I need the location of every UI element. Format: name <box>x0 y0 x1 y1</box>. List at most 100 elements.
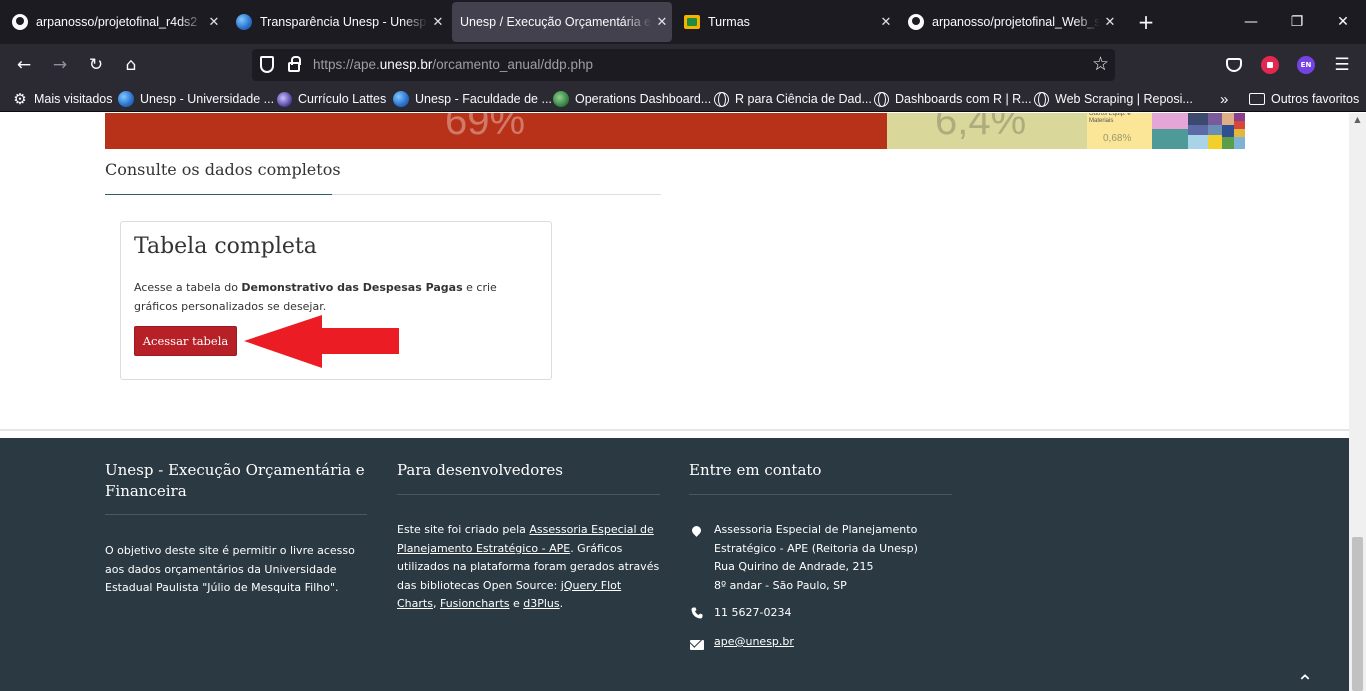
tab-projetofinal-web-scraping[interactable]: arpanosso/projetofinal_Web_scraping ✕ <box>900 2 1120 42</box>
bookmark-dashboards-r[interactable]: Dashboards com R | R... <box>873 90 1032 108</box>
scroll-up-icon[interactable]: ▲ <box>1349 113 1366 127</box>
treemap-cell[interactable] <box>1152 113 1188 129</box>
close-tab-icon[interactable]: ✕ <box>428 14 448 30</box>
pocket-button[interactable] <box>1220 51 1248 79</box>
treemap-cell[interactable] <box>1234 129 1245 137</box>
close-window-button[interactable]: ✕ <box>1320 8 1366 36</box>
github-icon <box>12 14 28 30</box>
web-icon <box>713 91 729 107</box>
treemap-cell[interactable] <box>1188 113 1208 125</box>
globe-icon <box>118 91 134 107</box>
globe-icon <box>553 91 569 107</box>
language-extension-icon: EN <box>1297 56 1315 74</box>
web-icon <box>1033 91 1049 107</box>
folder-icon <box>1249 91 1265 107</box>
treemap-cell-small[interactable]: Outros Equip. e Materiais 0,68% <box>1087 113 1152 149</box>
forward-button[interactable]: → <box>46 51 74 79</box>
close-tab-icon[interactable]: ✕ <box>876 14 896 30</box>
treemap-cell[interactable] <box>1222 113 1234 125</box>
email-icon <box>690 640 704 650</box>
footer-col1-divider <box>105 514 367 515</box>
phone-icon <box>691 607 703 619</box>
footer-col1-title: Unesp - Execução Orçamentária e Financei… <box>105 461 365 500</box>
page-scrollbar[interactable]: ▲ <box>1349 113 1366 691</box>
treemap-chart: 69% 6,4% Outros Equip. e Materiais 0,68% <box>105 113 1245 149</box>
url-text[interactable]: https://ape.unesp.br/orcamento_anual/ddp… <box>313 57 593 72</box>
treemap-cell[interactable] <box>1234 121 1245 129</box>
treemap-cell-medium[interactable]: 6,4% <box>887 113 1087 149</box>
card-description: Acesse a tabela do Demonstrativo das Des… <box>134 281 497 313</box>
access-table-button[interactable]: Acessar tabela <box>134 326 237 356</box>
navigation-toolbar: ← → ↻ ⌂ https://ape.unesp.br/orcamento_a… <box>0 44 1366 86</box>
treemap-cell[interactable] <box>1152 129 1188 149</box>
map-pin-icon <box>690 524 703 537</box>
treemap-cell[interactable] <box>1208 125 1222 135</box>
bookmark-operations-dashboard[interactable]: Operations Dashboard... <box>553 90 711 108</box>
url-bar[interactable]: https://ape.unesp.br/orcamento_anual/ddp… <box>252 49 1115 81</box>
section-divider <box>105 194 661 195</box>
pocket-icon <box>1226 58 1242 72</box>
bookmark-unesp-universidade[interactable]: Unesp - Universidade ... <box>118 90 274 108</box>
home-button[interactable]: ⌂ <box>117 51 145 79</box>
treemap-cell[interactable] <box>1234 137 1245 149</box>
bookmark-star-icon[interactable]: ☆ <box>1092 53 1109 75</box>
footer-col1-text: O objetivo deste site é permitir o livre… <box>105 544 355 594</box>
tracking-protection-icon[interactable] <box>260 56 274 73</box>
treemap-cell[interactable] <box>1208 113 1222 125</box>
treemap-large-label: 69% <box>445 113 526 143</box>
github-icon <box>908 14 924 30</box>
bookmark-curriculo-lattes[interactable]: Currículo Lattes <box>276 90 386 108</box>
footer-col2-text: Este site foi criado pela Assessoria Esp… <box>397 523 660 610</box>
treemap-cell[interactable] <box>1208 135 1222 149</box>
tab-transparencia-unesp[interactable]: Transparência Unesp - Unesp - Universida… <box>228 2 448 42</box>
minimize-button[interactable]: — <box>1228 8 1274 36</box>
treemap-cell[interactable] <box>1188 125 1208 135</box>
red-arrow-annotation <box>244 315 399 368</box>
treemap-cell[interactable] <box>1222 125 1234 137</box>
treemap-cell[interactable] <box>1234 113 1245 121</box>
close-tab-icon[interactable]: ✕ <box>204 14 224 30</box>
close-tab-icon[interactable]: ✕ <box>1100 14 1120 30</box>
bookmark-r-ciencia-dados[interactable]: R para Ciência de Dad... <box>713 90 872 108</box>
lock-icon[interactable] <box>288 56 301 72</box>
footer-col3-divider <box>689 494 952 495</box>
back-to-top-button[interactable]: ⌃ <box>1290 670 1320 691</box>
menu-button[interactable]: ☰ <box>1328 51 1356 79</box>
bookmark-web-scraping[interactable]: Web Scraping | Reposi... <box>1033 90 1193 108</box>
other-bookmarks-folder[interactable]: Outros favoritos <box>1249 90 1359 108</box>
page-content: 69% 6,4% Outros Equip. e Materiais 0,68%… <box>0 113 1349 691</box>
treemap-cell[interactable] <box>1188 135 1208 149</box>
bookmarks-overflow-button[interactable]: » <box>1220 90 1228 108</box>
restore-button[interactable]: ❐ <box>1274 8 1320 36</box>
reload-button[interactable]: ↻ <box>82 51 110 79</box>
tab-turmas[interactable]: Turmas ✕ <box>676 2 896 42</box>
tab-execucao-orcamentaria[interactable]: Unesp / Execução Orçamentária e Financei… <box>452 2 672 42</box>
classroom-icon <box>684 14 700 30</box>
globe-icon <box>236 14 252 30</box>
language-extension-button[interactable]: EN <box>1292 51 1320 79</box>
fusioncharts-link[interactable]: Fusioncharts <box>440 597 510 610</box>
card-title: Tabela completa <box>134 234 317 259</box>
lock-extension-icon <box>1261 56 1279 74</box>
bookmarks-bar: ⚙ Mais visitados Unesp - Universidade ...… <box>0 86 1366 112</box>
lattes-icon <box>276 91 292 107</box>
footer-col2-title: Para desenvolvedores <box>397 461 563 479</box>
bookmark-unesp-faculdade[interactable]: Unesp - Faculdade de ... <box>393 90 552 108</box>
web-icon <box>873 91 889 107</box>
contact-phone: 11 5627-0234 <box>714 606 792 619</box>
globe-icon <box>393 91 409 107</box>
bookmark-mais-visitados[interactable]: ⚙ Mais visitados <box>12 90 112 108</box>
new-tab-button[interactable]: + <box>1133 8 1159 36</box>
treemap-cell-large[interactable]: 69% <box>105 113 887 149</box>
treemap-small-caption: Outros Equip. e Materiais <box>1089 113 1131 124</box>
extension-button[interactable] <box>1256 51 1284 79</box>
back-button[interactable]: ← <box>10 51 38 79</box>
scroll-thumb[interactable] <box>1352 537 1363 691</box>
contact-email-link[interactable]: ape@unesp.br <box>714 633 794 652</box>
d3plus-link[interactable]: d3Plus <box>523 597 559 610</box>
treemap-medium-label: 6,4% <box>935 113 1027 143</box>
close-tab-icon[interactable]: ✕ <box>652 14 672 30</box>
tab-projetofinal-r4ds2[interactable]: arpanosso/projetofinal_r4ds2 ✕ <box>4 2 224 42</box>
treemap-cell[interactable] <box>1222 137 1234 149</box>
tab-bar: arpanosso/projetofinal_r4ds2 ✕ Transparê… <box>0 0 1366 44</box>
